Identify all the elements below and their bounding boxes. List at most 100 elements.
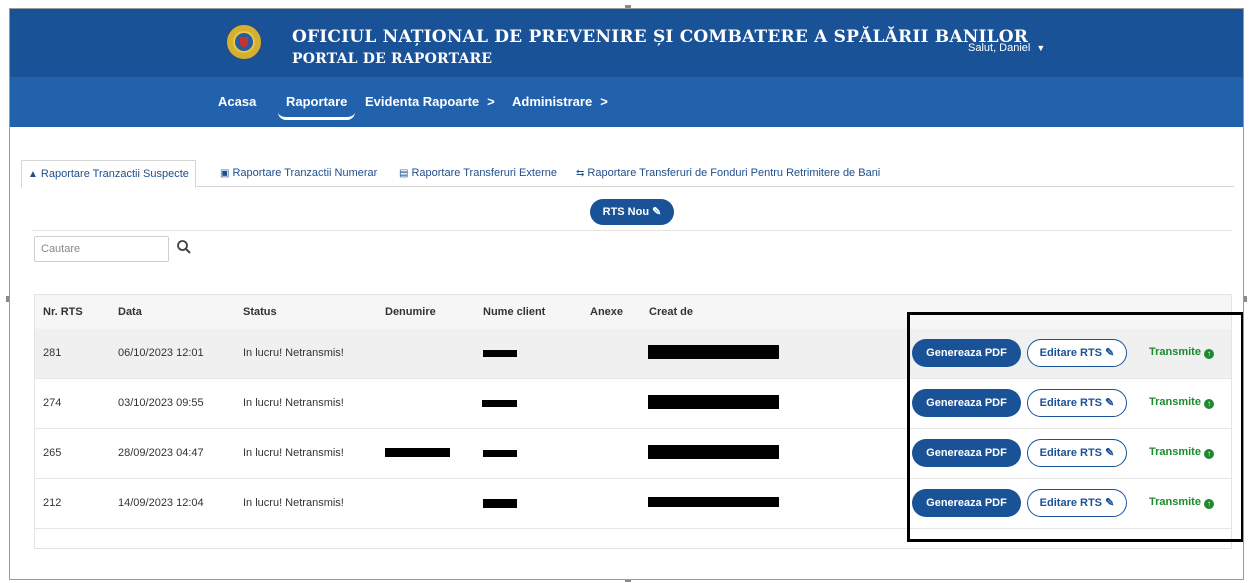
arrow-up-circle-icon: ↑ (1203, 499, 1214, 509)
pencil-icon: ✎ (1105, 497, 1115, 509)
card-icon: ▤ (399, 168, 409, 179)
cell-data: 03/10/2023 09:55 (118, 397, 204, 409)
tab-tranzactii-numerar[interactable]: ▣ Raportare Tranzactii Numerar (214, 160, 383, 186)
redacted-creator (648, 395, 779, 409)
nav-item-administrare[interactable]: Administrare > (512, 94, 608, 109)
edit-rts-button[interactable]: Editare RTS ✎ (1027, 339, 1127, 367)
column-header: Denumire (385, 306, 436, 318)
table-row: 274 03/10/2023 09:55 In lucru! Netransmi… (35, 379, 1231, 429)
nav-label: Raportare (286, 94, 348, 109)
tab-label: Raportare Transferuri Externe (411, 167, 557, 179)
redacted-creator (648, 497, 779, 507)
cash-icon: ▣ (220, 168, 230, 179)
cell-nr-rts: 212 (43, 497, 62, 509)
table-row: 281 06/10/2023 12:01 In lucru! Netransmi… (35, 329, 1231, 379)
button-label: Transmite (1149, 396, 1201, 408)
redacted-client (483, 450, 517, 457)
coat-of-arms-logo (225, 23, 263, 61)
tab-label: Raportare Tranzactii Suspecte (40, 168, 189, 180)
table-row: 265 28/09/2023 04:47 In lucru! Netransmi… (35, 429, 1231, 479)
report-tabs: ▲ Raportare Tranzactii Suspecte ▣ Raportar… (21, 160, 1234, 188)
button-label: Transmite (1149, 446, 1201, 458)
button-label: Transmite (1149, 496, 1201, 508)
column-header: Nr. RTS (43, 306, 83, 318)
nav-item-raportare[interactable]: Raportare (278, 94, 356, 120)
chevron-right-icon: > (600, 94, 608, 109)
column-header: Creat de (649, 306, 694, 318)
search-input[interactable] (34, 236, 169, 262)
button-label: Editare RTS (1039, 397, 1103, 409)
cell-status: In lucru! Netransmis! (243, 447, 344, 459)
nav-item-evidenta-rapoarte[interactable]: Evidenta Rapoarte > (365, 94, 495, 109)
tab-tranzactii-suspecte[interactable]: ▲ Raportare Tranzactii Suspecte (21, 160, 196, 188)
new-rts-label: RTS Nou (602, 206, 650, 218)
transmit-button[interactable]: Transmite ↑ (1149, 446, 1214, 459)
transfer-icon: ⇆ (576, 168, 585, 179)
column-header: Nume client (483, 306, 546, 318)
browser-frame: OFICIUL NAȚIONAL DE PREVENIRE ȘI COMBATE… (9, 8, 1244, 580)
nav-label: Administrare (512, 94, 593, 109)
portal-title: PORTAL DE RAPORTARE (292, 51, 493, 67)
arrow-up-circle-icon: ↑ (1203, 399, 1214, 409)
arrow-up-circle-icon: ↑ (1203, 349, 1214, 359)
edit-icon: ✎ (652, 206, 662, 218)
edit-rts-button[interactable]: Editare RTS ✎ (1027, 389, 1127, 417)
tab-transferuri-externe[interactable]: ▤ Raportare Transferuri Externe (393, 160, 563, 186)
redacted-client (483, 499, 517, 508)
redacted-creator (648, 445, 779, 459)
pencil-icon: ✎ (1105, 397, 1115, 409)
cell-data: 14/09/2023 12:04 (118, 497, 204, 509)
search-icon[interactable] (176, 239, 192, 255)
arrow-up-circle-icon: ↑ (1203, 449, 1214, 459)
generate-pdf-button[interactable]: Genereaza PDF (912, 439, 1021, 467)
nav-label: Acasa (218, 94, 257, 109)
cell-nr-rts: 265 (43, 447, 62, 459)
new-rts-button[interactable]: RTS Nou ✎ (590, 199, 674, 225)
cell-status: In lucru! Netransmis! (243, 397, 344, 409)
generate-pdf-button[interactable]: Genereaza PDF (912, 339, 1021, 367)
tab-label: Raportare Transferuri de Fonduri Pentru … (587, 167, 881, 179)
institution-title: OFICIUL NAȚIONAL DE PREVENIRE ȘI COMBATE… (292, 27, 1029, 47)
user-menu[interactable]: Salut, Daniel ▼ (968, 42, 1045, 54)
tab-label: Raportare Tranzactii Numerar (232, 167, 378, 179)
redacted-creator (648, 345, 779, 359)
button-label: Editare RTS (1039, 497, 1103, 509)
transmit-button[interactable]: Transmite ↑ (1149, 346, 1214, 359)
site-header: OFICIUL NAȚIONAL DE PREVENIRE ȘI COMBATE… (10, 9, 1243, 77)
tab-transferuri-fonduri[interactable]: ⇆ Raportare Transferuri de Fonduri Pentru… (570, 160, 886, 186)
button-label: Genereaza PDF (926, 397, 1007, 409)
button-label: Editare RTS (1039, 347, 1103, 359)
column-header: Data (118, 306, 142, 318)
button-label: Genereaza PDF (926, 497, 1007, 509)
button-label: Genereaza PDF (926, 447, 1007, 459)
chevron-right-icon: > (487, 94, 495, 109)
main-nav: Acasa Raportare Evidenta Rapoarte > Admin… (10, 77, 1243, 127)
transmit-button[interactable]: Transmite ↑ (1149, 496, 1214, 509)
rts-table: Nr. RTS Data Status Denumire Nume client… (34, 294, 1232, 549)
redacted-client (482, 400, 517, 407)
redacted-name (385, 448, 450, 457)
edit-rts-button[interactable]: Editare RTS ✎ (1027, 489, 1127, 517)
caret-down-icon: ▼ (1036, 43, 1046, 53)
table-row: 212 14/09/2023 12:04 In lucru! Netransmi… (35, 479, 1231, 529)
generate-pdf-button[interactable]: Genereaza PDF (912, 489, 1021, 517)
nav-item-acasa[interactable]: Acasa (218, 94, 256, 109)
generate-pdf-button[interactable]: Genereaza PDF (912, 389, 1021, 417)
button-label: Genereaza PDF (926, 347, 1007, 359)
pencil-icon: ✎ (1105, 347, 1115, 359)
redacted-client (483, 350, 517, 357)
cell-nr-rts: 274 (43, 397, 62, 409)
button-label: Transmite (1149, 346, 1201, 358)
warning-icon: ▲ (28, 169, 38, 180)
cell-status: In lucru! Netransmis! (243, 347, 344, 359)
user-greeting: Salut, Daniel (968, 42, 1031, 54)
table-header: Nr. RTS Data Status Denumire Nume client… (35, 295, 1231, 330)
button-label: Editare RTS (1039, 447, 1103, 459)
transmit-button[interactable]: Transmite ↑ (1149, 396, 1214, 409)
column-header: Anexe (590, 306, 624, 318)
cell-status: In lucru! Netransmis! (243, 497, 344, 509)
pencil-icon: ✎ (1105, 447, 1115, 459)
edit-rts-button[interactable]: Editare RTS ✎ (1027, 439, 1127, 467)
column-header: Status (243, 306, 277, 318)
cell-nr-rts: 281 (43, 347, 62, 359)
